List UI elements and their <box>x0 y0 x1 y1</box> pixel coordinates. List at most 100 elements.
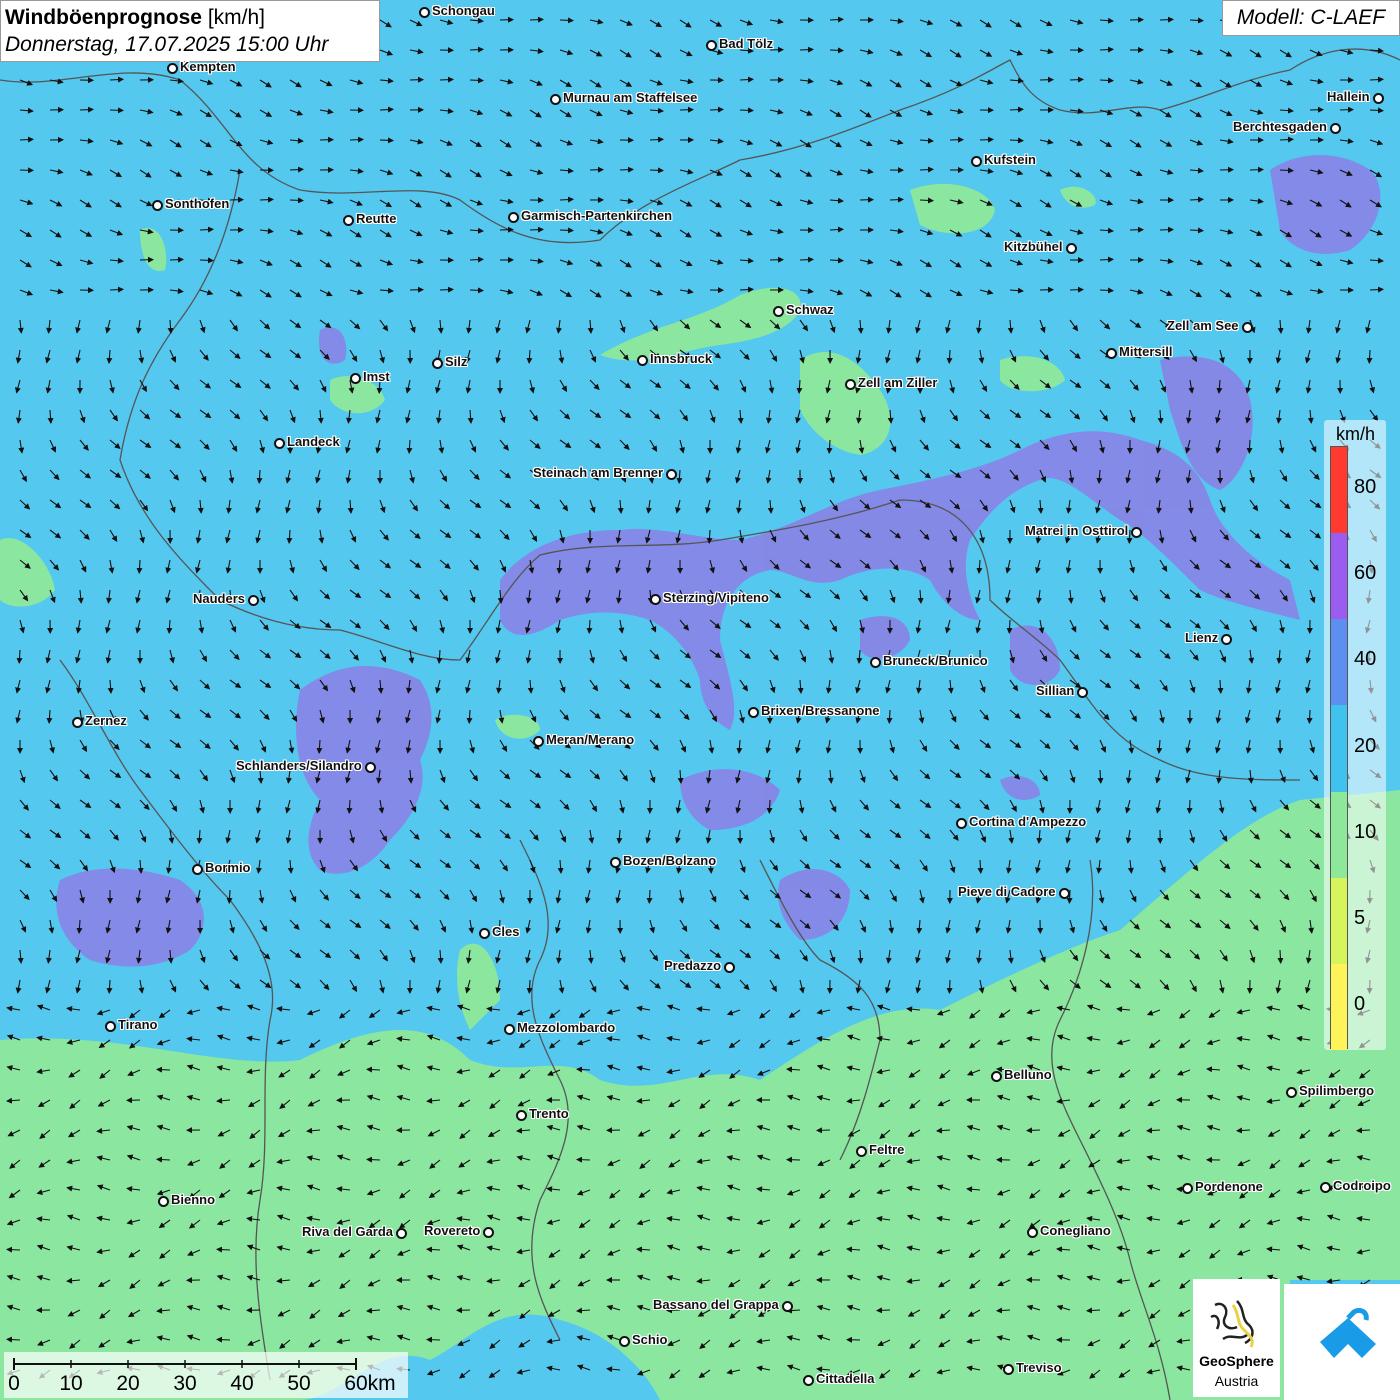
wind-arrow <box>679 199 693 207</box>
wind-arrow <box>49 799 61 809</box>
wind-arrow <box>1309 288 1324 295</box>
wind-arrow <box>587 319 594 334</box>
wind-arrow <box>79 409 86 424</box>
wind-arrow <box>1279 259 1292 268</box>
wind-arrow <box>199 109 213 118</box>
wind-arrow <box>529 829 539 841</box>
wind-arrow <box>45 949 52 964</box>
wind-arrow <box>469 169 482 178</box>
wind-arrow <box>1129 589 1139 602</box>
wind-arrow <box>949 379 955 394</box>
wind-arrow <box>409 619 418 633</box>
city-marker-bienno <box>158 1196 169 1207</box>
city-marker-cortina-d-ampezzo <box>956 818 967 829</box>
wind-arrow <box>739 979 750 991</box>
legend-label-60: 60 <box>1354 562 1377 585</box>
wind-arrow <box>1249 619 1257 633</box>
wind-arrow <box>859 469 868 483</box>
wind-arrow <box>1129 109 1143 117</box>
wind-arrow <box>529 139 543 147</box>
wind-arrow <box>518 1339 531 1348</box>
wind-arrow <box>426 1336 441 1343</box>
wind-arrow <box>799 499 806 514</box>
wind-arrow <box>319 379 327 393</box>
wind-arrow <box>49 199 63 207</box>
wind-arrow <box>285 829 292 844</box>
wind-arrow <box>1189 289 1203 298</box>
wind-arrow <box>289 289 302 298</box>
wind-arrow <box>106 979 113 994</box>
wind-arrow <box>469 109 484 116</box>
wind-arrow <box>666 1035 681 1042</box>
wind-arrow <box>1069 319 1079 332</box>
wind-arrow <box>1275 709 1282 724</box>
wind-arrow <box>1155 769 1161 784</box>
wind-arrow <box>769 199 783 207</box>
wind-arrow <box>1369 107 1384 114</box>
wind-arrow <box>406 439 413 454</box>
wind-arrow <box>289 619 301 629</box>
city-marker-kufstein <box>971 156 982 167</box>
wind-arrow <box>1009 49 1024 56</box>
wind-arrow <box>109 829 119 841</box>
legend-segment-80 <box>1331 447 1347 534</box>
wind-arrow <box>876 1004 891 1011</box>
wind-arrow <box>769 169 782 178</box>
wind-arrow <box>315 469 321 484</box>
wind-arrow <box>739 679 748 692</box>
wind-arrow <box>1099 77 1114 84</box>
wind-arrow <box>888 919 895 934</box>
wind-arrow <box>379 19 392 28</box>
wind-arrow <box>739 949 752 959</box>
wind-arrow <box>979 709 990 721</box>
wind-arrow <box>739 199 752 208</box>
wind-arrow <box>915 319 921 334</box>
city-marker-belluno <box>991 1071 1002 1082</box>
wind-arrow <box>138 979 145 994</box>
wind-arrow <box>529 769 542 779</box>
wind-arrow <box>949 79 963 87</box>
wind-arrow <box>1009 169 1024 176</box>
wind-arrow <box>649 167 664 174</box>
city-marker-reutte <box>343 215 354 226</box>
forecast-datetime: Donnerstag, 17.07.2025 15:00 Uhr <box>5 33 329 56</box>
wind-arrow <box>1009 679 1019 692</box>
wind-arrow <box>739 257 754 264</box>
wind-arrow <box>589 709 601 719</box>
wind-arrow <box>319 949 332 959</box>
legend-label-40: 40 <box>1354 648 1377 671</box>
wind-arrow <box>199 139 212 148</box>
wind-arrow <box>289 109 304 116</box>
wind-arrow <box>439 139 453 146</box>
wind-arrow <box>679 259 693 267</box>
map-stage: Windböenprognose [km/h] Donnerstag, 17.0… <box>0 0 1400 1400</box>
wind-arrow <box>889 859 901 870</box>
wind-arrow <box>795 739 801 754</box>
wind-arrow <box>649 439 658 453</box>
wind-arrow <box>889 49 903 56</box>
wind-arrow <box>859 79 873 87</box>
city-marker-berchtesgaden <box>1330 123 1341 134</box>
wind-arrow <box>1007 949 1014 964</box>
wind-arrow <box>739 349 750 361</box>
wind-arrow <box>765 769 772 784</box>
wind-arrow <box>589 439 602 449</box>
wind-arrow <box>589 379 600 391</box>
wind-arrow <box>576 1039 591 1046</box>
wind-arrow <box>169 739 182 749</box>
wind-arrow <box>855 349 862 364</box>
wind-arrow <box>696 1006 711 1013</box>
wind-arrow <box>409 889 422 899</box>
city-marker-tirano <box>105 1021 116 1032</box>
wind-arrow <box>889 799 901 809</box>
wind-arrow <box>1069 379 1082 389</box>
wind-arrow <box>1369 409 1379 422</box>
wind-arrow <box>559 227 574 234</box>
wind-arrow <box>276 1006 291 1012</box>
wind-arrow <box>1099 409 1108 422</box>
wind-arrow <box>548 1039 561 1049</box>
wind-arrow <box>529 289 543 296</box>
wind-arrow <box>829 169 844 176</box>
wind-arrow <box>139 108 154 115</box>
wind-arrow <box>1159 289 1173 296</box>
